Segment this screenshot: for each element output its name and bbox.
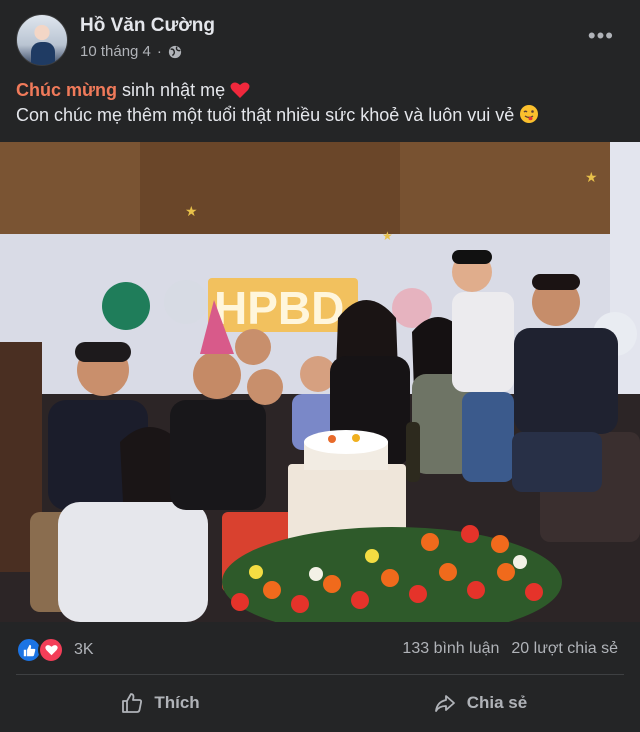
divider (16, 674, 624, 675)
share-label: Chia sẻ (466, 693, 528, 712)
post-date[interactable]: 10 tháng 4 (80, 43, 151, 60)
hpbd-text: HPBD (214, 282, 344, 334)
share-button[interactable]: Chia sẻ (320, 680, 640, 726)
svg-text:★: ★ (585, 169, 598, 185)
thumbs-up-icon (122, 693, 143, 713)
caption-line-2: Con chúc mẹ thêm một tuổi thật nhiều sức… (16, 103, 626, 128)
caption-text-1: sinh nhật mẹ (117, 80, 226, 100)
red-heart-icon (230, 82, 250, 98)
svg-text:★: ★ (185, 203, 198, 219)
globe-icon (168, 45, 182, 58)
like-button[interactable]: Thích (0, 680, 320, 726)
hpbd-balloon-letters: HPBD (208, 278, 358, 334)
more-options-icon[interactable]: ••• (588, 25, 614, 47)
reaction-count: 3K (74, 641, 94, 658)
caption-line-1: Chúc mừng sinh nhật mẹ (16, 78, 626, 103)
caption-highlight[interactable]: Chúc mừng (16, 80, 117, 100)
shares-count[interactable]: 20 lượt chia sẻ (511, 640, 618, 658)
post-caption: Chúc mừng sinh nhật mẹ Con chúc mẹ thêm … (16, 78, 626, 128)
like-label: Thích (154, 693, 200, 712)
post-photo[interactable]: ★ ★ ★ HPBD (0, 142, 640, 622)
birthday-photo-illustration: ★ ★ ★ HPBD (0, 142, 640, 622)
post-actions: Thích Chia sẻ (0, 680, 640, 726)
post-stats: 133 bình luận 20 lượt chia sẻ (402, 640, 618, 658)
comments-count[interactable]: 133 bình luận (402, 640, 499, 658)
author-avatar[interactable] (16, 14, 68, 66)
caption-text-2: Con chúc mẹ thêm một tuổi thật nhiều sức… (16, 105, 515, 125)
meta-dot: · (156, 43, 162, 60)
post-meta: 10 tháng 4 · (80, 43, 182, 60)
love-icon (38, 637, 64, 663)
wink-tongue-emoji-icon (520, 105, 539, 123)
post-header: Hồ Văn Cường 10 tháng 4 · ••• (0, 0, 640, 70)
svg-text:★: ★ (382, 229, 393, 243)
reaction-summary[interactable]: 3K (16, 637, 94, 663)
share-arrow-icon (434, 695, 455, 712)
author-name[interactable]: Hồ Văn Cường (80, 15, 215, 37)
